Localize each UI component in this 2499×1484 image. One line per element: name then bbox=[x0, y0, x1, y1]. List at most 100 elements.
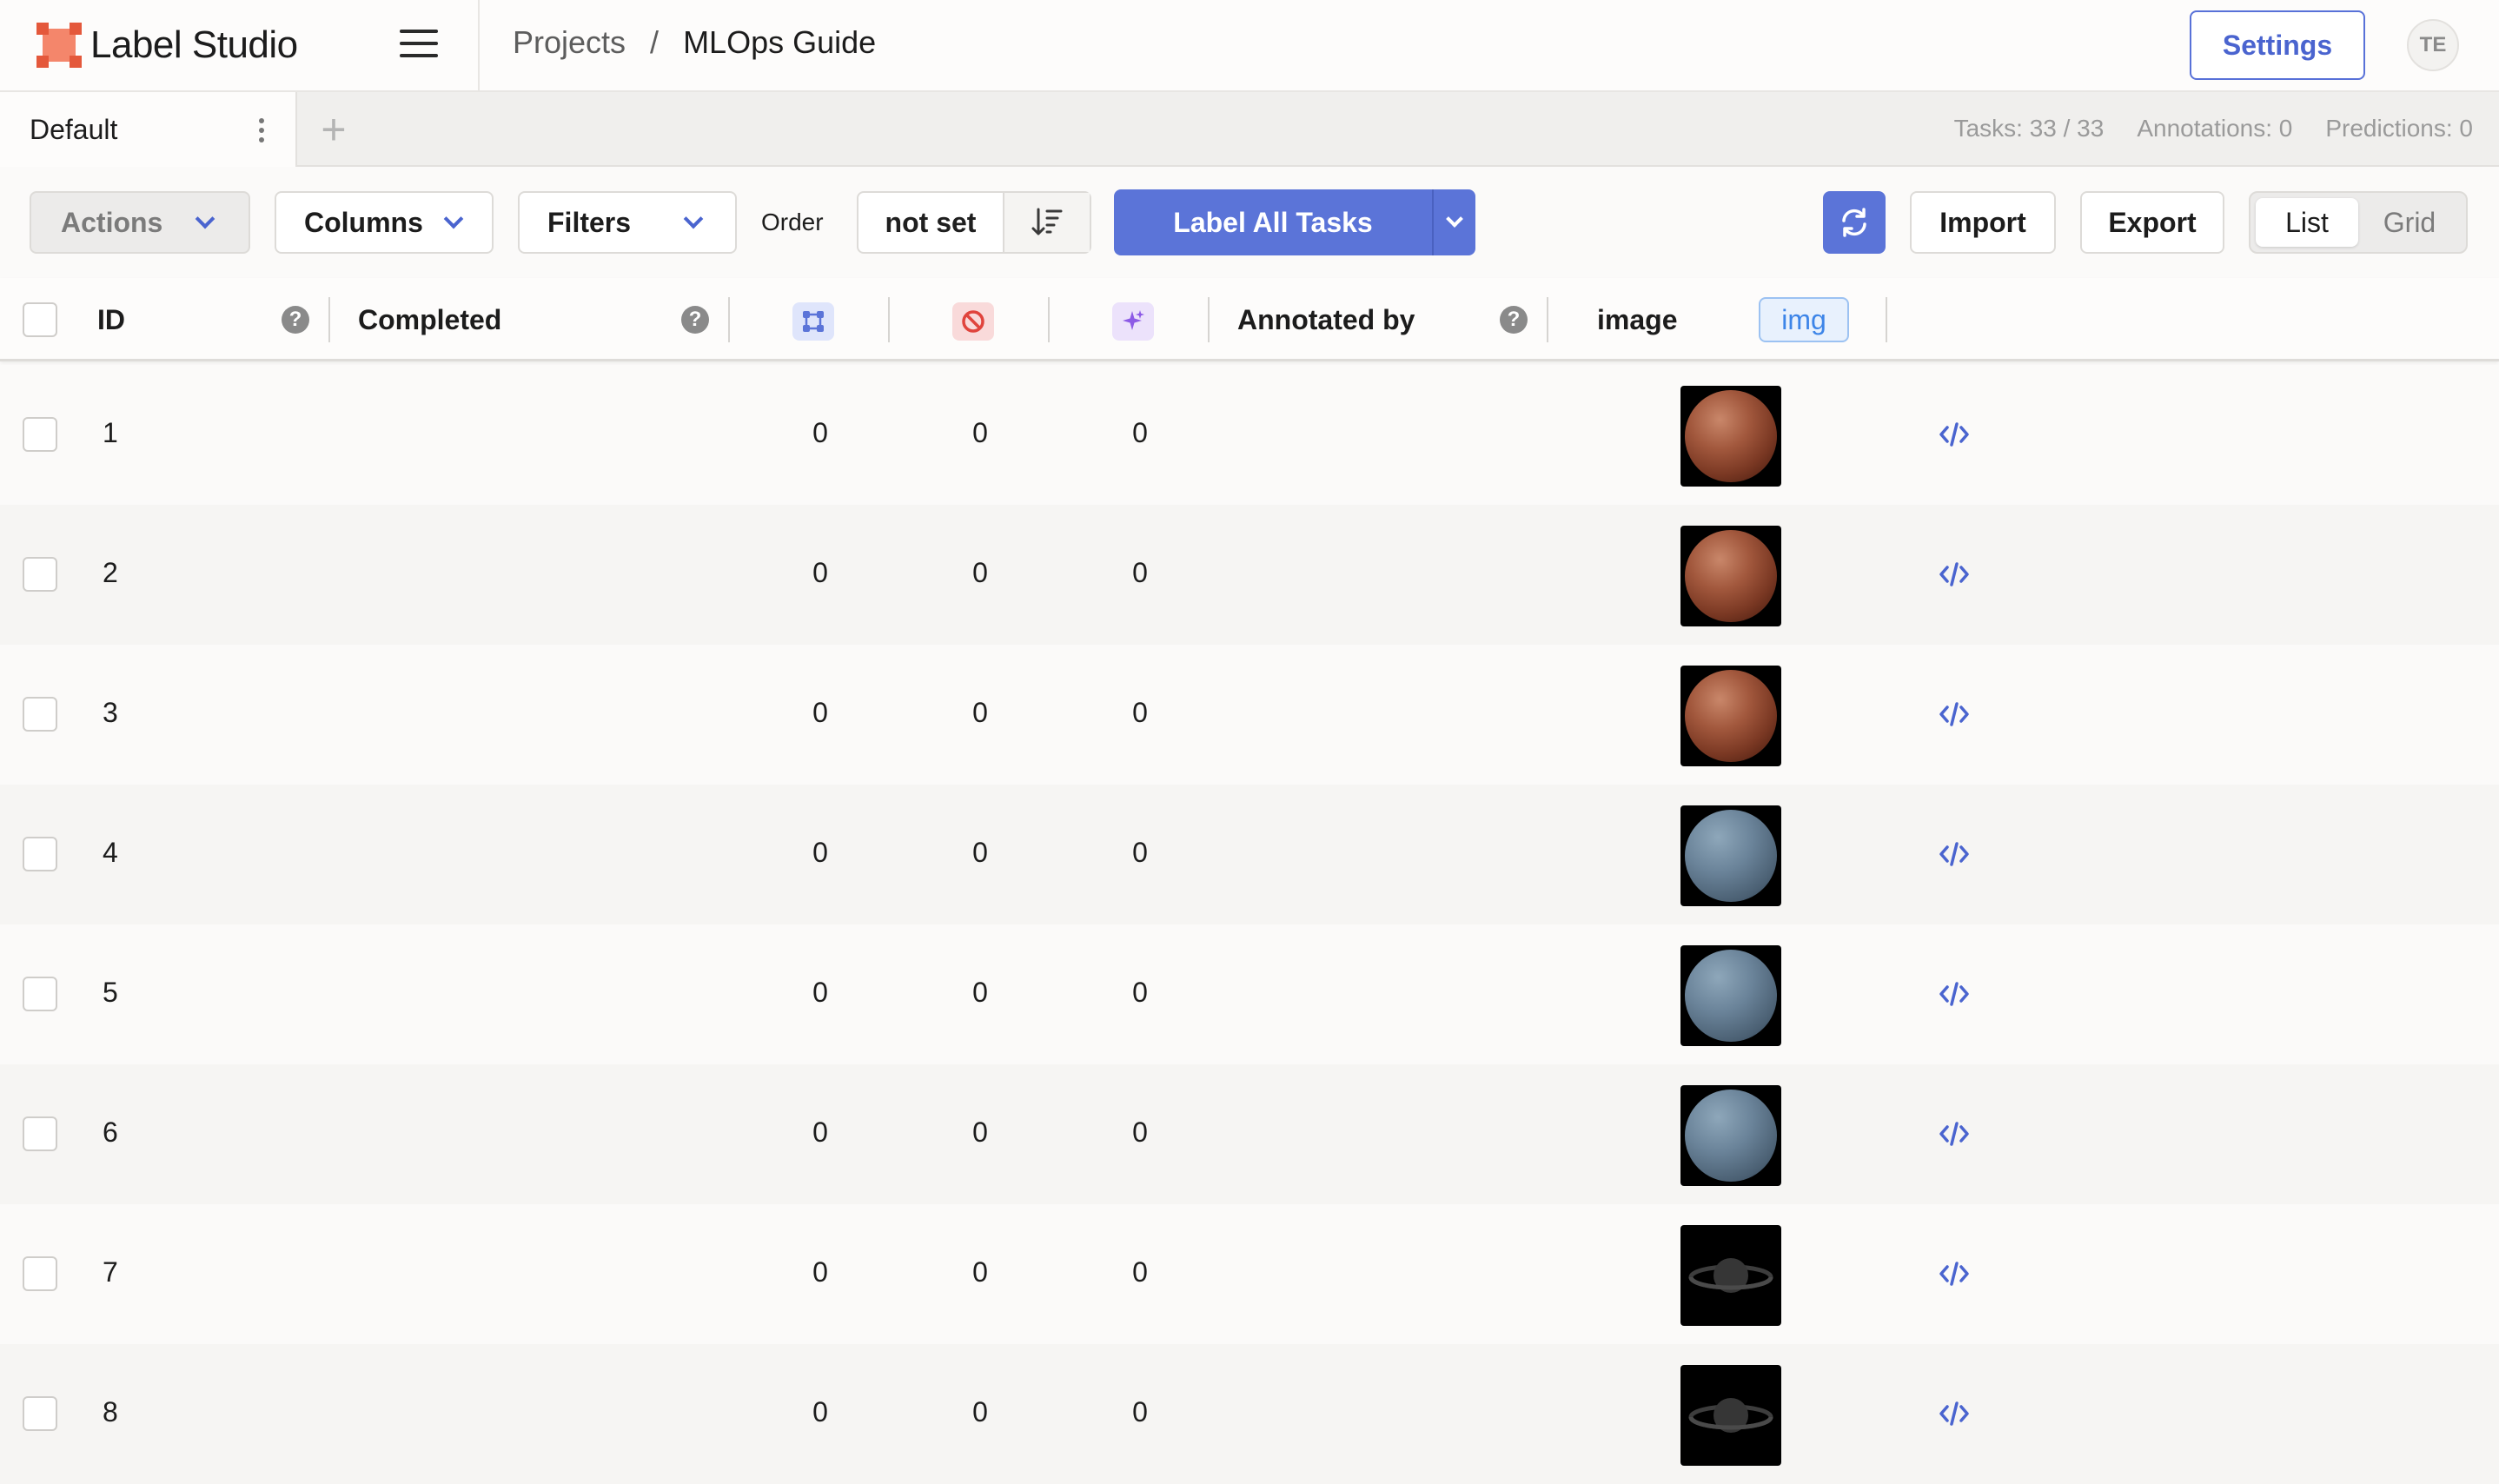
column-resizer[interactable] bbox=[888, 297, 890, 342]
cell-total-annotations: 0 bbox=[812, 697, 828, 728]
code-icon[interactable] bbox=[1938, 1256, 1971, 1291]
image-thumbnail[interactable] bbox=[1680, 1085, 1781, 1186]
table-row[interactable]: 6 0 0 0 bbox=[0, 1064, 2499, 1204]
actions-button[interactable]: Actions bbox=[30, 191, 250, 254]
column-header-id[interactable]: ID bbox=[97, 304, 125, 336]
view-tabs: Default + Tasks: 33 / 33 Annotations: 0 … bbox=[0, 92, 2499, 167]
cell-id: 3 bbox=[103, 697, 118, 728]
help-icon[interactable]: ? bbox=[681, 306, 709, 334]
grid-view-option[interactable]: Grid bbox=[2358, 198, 2461, 247]
image-thumbnail[interactable] bbox=[1680, 945, 1781, 1046]
column-resizer[interactable] bbox=[1547, 297, 1548, 342]
image-thumbnail[interactable] bbox=[1680, 1365, 1781, 1466]
row-checkbox[interactable] bbox=[23, 837, 57, 871]
column-resizer[interactable] bbox=[1048, 297, 1050, 342]
row-checkbox[interactable] bbox=[23, 417, 57, 452]
label-all-tasks-button[interactable]: Label All Tasks bbox=[1114, 189, 1475, 255]
image-thumbnail[interactable] bbox=[1680, 386, 1781, 487]
refresh-button[interactable] bbox=[1823, 191, 1886, 254]
avatar[interactable]: TE bbox=[2407, 19, 2459, 71]
code-icon[interactable] bbox=[1938, 837, 1971, 871]
code-icon[interactable] bbox=[1938, 1396, 1971, 1431]
column-resizer[interactable] bbox=[1208, 297, 1210, 342]
table-row[interactable]: 8 0 0 0 bbox=[0, 1344, 2499, 1484]
table-row[interactable]: 5 0 0 0 bbox=[0, 924, 2499, 1064]
cell-predictions: 0 bbox=[1132, 557, 1148, 588]
code-icon[interactable] bbox=[1938, 697, 1971, 732]
cell-total-annotations: 0 bbox=[812, 417, 828, 448]
row-checkbox[interactable] bbox=[23, 697, 57, 732]
select-all-checkbox[interactable] bbox=[23, 302, 57, 337]
table-row[interactable]: 2000 bbox=[0, 505, 2499, 645]
list-view-option[interactable]: List bbox=[2256, 198, 2358, 247]
tab-label: Default bbox=[30, 113, 118, 145]
tasks-count: Tasks: 33 / 33 bbox=[1953, 115, 2105, 142]
predictions-icon[interactable] bbox=[1112, 302, 1154, 341]
annotations-count: Annotations: 0 bbox=[2137, 115, 2293, 142]
columns-button[interactable]: Columns bbox=[275, 191, 494, 254]
app-logo[interactable]: Label Studio bbox=[36, 23, 298, 68]
column-resizer[interactable] bbox=[728, 297, 730, 342]
add-tab-icon[interactable]: + bbox=[316, 106, 351, 153]
top-navigation: Label Studio Projects / MLOps Guide Sett… bbox=[0, 0, 2499, 92]
cell-cancelled: 0 bbox=[972, 417, 988, 448]
tab-default[interactable]: Default bbox=[0, 92, 297, 167]
breadcrumb-separator: / bbox=[650, 24, 660, 60]
column-header-completed[interactable]: Completed bbox=[358, 304, 501, 336]
table-header: ID ? Completed ? Annotated by ? image im… bbox=[0, 278, 2499, 361]
cell-total-annotations: 0 bbox=[812, 1396, 828, 1428]
filters-button[interactable]: Filters bbox=[518, 191, 737, 254]
row-checkbox[interactable] bbox=[23, 1396, 57, 1431]
cell-total-annotations: 0 bbox=[812, 1256, 828, 1288]
tab-options-icon[interactable] bbox=[259, 118, 266, 142]
cell-cancelled: 0 bbox=[972, 837, 988, 868]
menu-icon[interactable] bbox=[400, 30, 438, 61]
cell-cancelled: 0 bbox=[972, 697, 988, 728]
row-checkbox[interactable] bbox=[23, 557, 57, 592]
cancelled-icon[interactable] bbox=[952, 302, 994, 341]
row-checkbox[interactable] bbox=[23, 1256, 57, 1291]
sort-direction-icon[interactable] bbox=[1004, 193, 1090, 252]
cell-id: 6 bbox=[103, 1116, 118, 1148]
table-row[interactable]: 1 0 0 0 bbox=[0, 365, 2499, 505]
image-thumbnail[interactable] bbox=[1680, 526, 1781, 626]
settings-button[interactable]: Settings bbox=[2190, 10, 2365, 80]
breadcrumb-projects[interactable]: Projects bbox=[513, 24, 626, 61]
code-icon[interactable] bbox=[1938, 977, 1971, 1011]
total-annotations-icon[interactable] bbox=[792, 302, 834, 341]
actions-label: Actions bbox=[61, 206, 163, 238]
cell-predictions: 0 bbox=[1132, 1256, 1148, 1288]
refresh-icon bbox=[1842, 208, 1866, 237]
cell-id: 8 bbox=[103, 1396, 118, 1428]
column-resizer[interactable] bbox=[1886, 297, 1887, 342]
column-resizer[interactable] bbox=[328, 297, 330, 342]
breadcrumb: Projects / MLOps Guide bbox=[513, 24, 876, 61]
cell-predictions: 0 bbox=[1132, 1396, 1148, 1428]
table-row[interactable]: 7 0 0 0 bbox=[0, 1204, 2499, 1344]
project-stats: Tasks: 33 / 33 Annotations: 0 Prediction… bbox=[1954, 115, 2473, 142]
code-icon[interactable] bbox=[1938, 417, 1971, 452]
image-thumbnail[interactable] bbox=[1680, 666, 1781, 766]
help-icon[interactable]: ? bbox=[282, 306, 309, 334]
column-header-image[interactable]: image bbox=[1597, 304, 1677, 336]
cell-cancelled: 0 bbox=[972, 1256, 988, 1288]
columns-label: Columns bbox=[304, 206, 423, 238]
import-button[interactable]: Import bbox=[1910, 191, 2056, 254]
row-checkbox[interactable] bbox=[23, 977, 57, 1011]
export-button[interactable]: Export bbox=[2080, 191, 2224, 254]
image-thumbnail[interactable] bbox=[1680, 805, 1781, 906]
order-select[interactable]: not set bbox=[858, 193, 1004, 252]
table-row[interactable]: 3 0 0 0 bbox=[0, 645, 2499, 785]
table-row[interactable]: 4 0 0 0 bbox=[0, 785, 2499, 924]
cell-id: 1 bbox=[103, 417, 118, 448]
column-header-annotated-by[interactable]: Annotated by bbox=[1237, 304, 1415, 336]
cell-predictions: 0 bbox=[1132, 417, 1148, 448]
row-checkbox[interactable] bbox=[23, 1116, 57, 1151]
help-icon[interactable]: ? bbox=[1500, 306, 1528, 334]
code-icon[interactable] bbox=[1938, 1116, 1971, 1151]
chevron-down-icon bbox=[683, 209, 704, 229]
code-icon[interactable] bbox=[1938, 557, 1971, 592]
label-options-toggle[interactable] bbox=[1432, 189, 1475, 255]
image-thumbnail[interactable] bbox=[1680, 1225, 1781, 1326]
cell-id: 5 bbox=[103, 977, 118, 1008]
